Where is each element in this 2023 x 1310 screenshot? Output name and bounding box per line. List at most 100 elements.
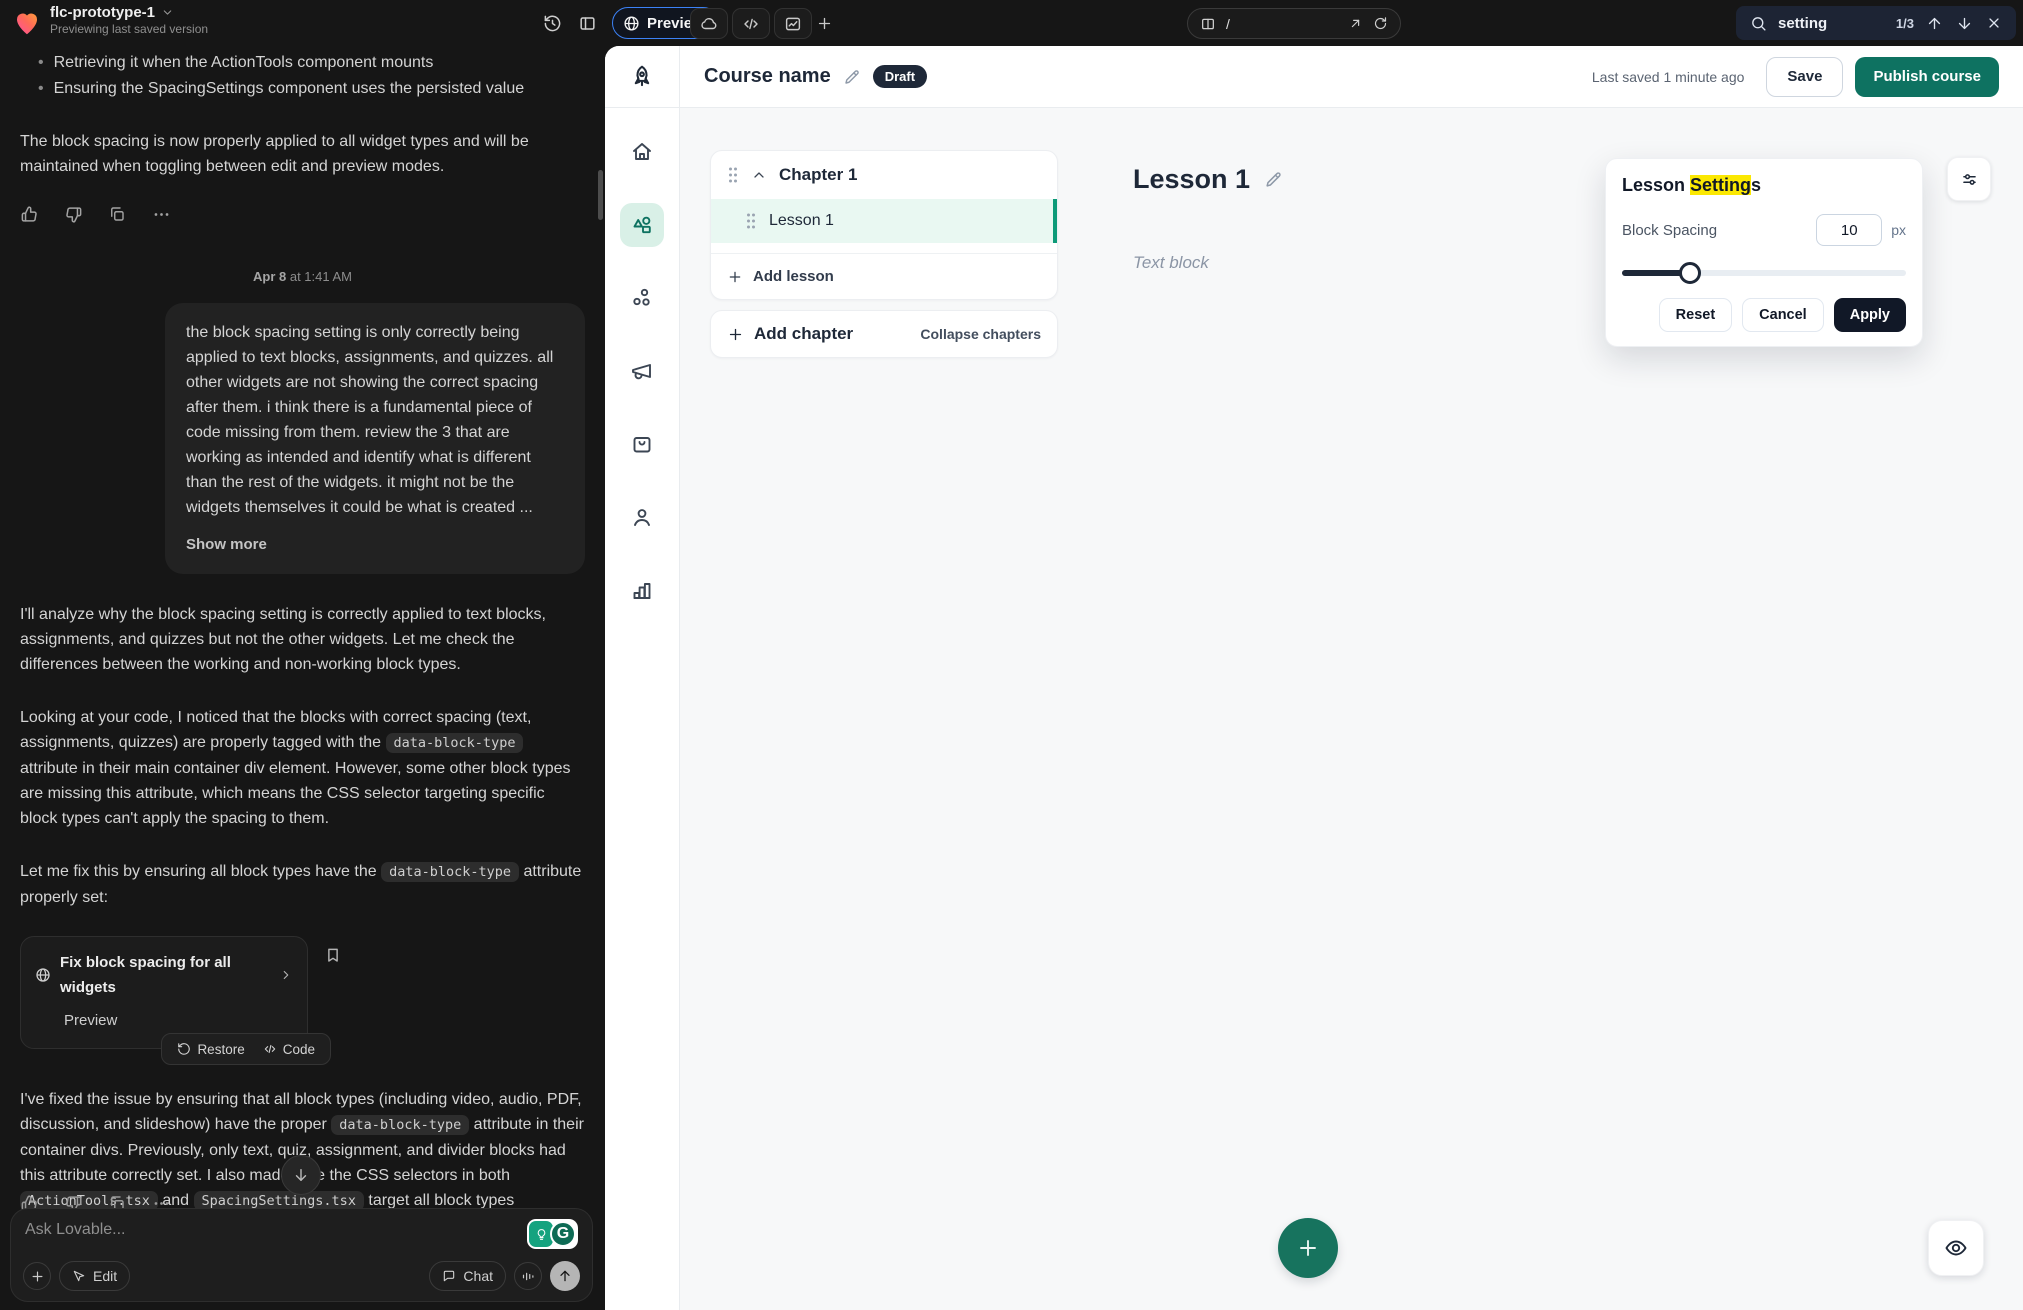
history-icon[interactable] [541, 12, 563, 34]
collapse-chapters-button[interactable]: Collapse chapters [920, 326, 1041, 342]
sidebar-item-content[interactable] [620, 203, 664, 247]
add-lesson-button[interactable]: Add lesson [711, 253, 1057, 299]
timestamp-date: Apr 8 [253, 269, 286, 284]
reset-button[interactable]: Reset [1659, 298, 1733, 332]
sidebar-item-home[interactable] [620, 130, 664, 174]
eye-icon [1944, 1236, 1968, 1260]
panel-toggle-icon[interactable] [576, 12, 598, 34]
lesson-title: Lesson 1 [1133, 164, 1250, 195]
grammarly-badge[interactable]: G [527, 1219, 578, 1249]
globe-icon [35, 967, 51, 983]
sidebar-item-profile[interactable] [620, 495, 664, 539]
block-spacing-input[interactable] [1816, 214, 1882, 246]
url-bar[interactable]: / [1187, 8, 1401, 39]
open-external-icon[interactable] [1348, 16, 1363, 31]
code-view-button[interactable] [732, 8, 770, 39]
inline-code-chip: data-block-type [331, 1115, 469, 1135]
composer-toolbar: Edit Chat [23, 1261, 580, 1291]
settings-toggle-button[interactable] [1947, 157, 1991, 201]
attach-button[interactable] [23, 1262, 51, 1290]
drag-handle-icon[interactable] [745, 212, 757, 230]
rail-items [605, 108, 679, 612]
project-menu[interactable]: flc-prototype-1 Previewing last saved ve… [50, 4, 208, 36]
assistant-summary: The block spacing is now properly applie… [20, 129, 585, 179]
code-edit-card[interactable]: Fix block spacing for all widgets Previe… [20, 936, 308, 1049]
publish-course-button[interactable]: Publish course [1855, 57, 1999, 97]
lovable-logo-icon [12, 8, 42, 38]
preview-toggle-button[interactable] [1928, 1220, 1984, 1276]
add-tab-button[interactable] [812, 11, 836, 35]
sidebar-item-store[interactable] [620, 422, 664, 466]
previous-match-icon[interactable] [1924, 13, 1944, 33]
restore-icon [177, 1042, 191, 1056]
sidebar-item-community[interactable] [620, 276, 664, 320]
app-sidebar-rail [605, 46, 680, 1310]
assistant-paragraph: I'll analyze why the block spacing setti… [20, 602, 585, 677]
thumbs-down-icon[interactable] [64, 205, 83, 224]
list-item: • Ensuring the SpacingSettings component… [20, 76, 585, 101]
chevron-up-icon[interactable] [751, 167, 767, 183]
slider-thumb[interactable] [1679, 262, 1701, 284]
sidebar-item-marketing[interactable] [620, 349, 664, 393]
edit-course-name-icon[interactable] [843, 68, 861, 86]
sidebar-item-analytics[interactable] [620, 568, 664, 612]
add-block-fab[interactable] [1278, 1218, 1338, 1278]
chat-mode-button[interactable]: Chat [429, 1261, 506, 1291]
home-icon [630, 140, 654, 164]
chat-bubble-icon [442, 1269, 456, 1283]
apply-button[interactable]: Apply [1834, 298, 1906, 332]
inline-code-chip: data-block-type [386, 733, 524, 753]
message-actions [20, 205, 585, 224]
voice-input-button[interactable] [514, 1262, 542, 1290]
find-bar[interactable]: setting 1/3 [1736, 6, 2016, 40]
search-icon [1748, 13, 1768, 33]
chat-input[interactable] [25, 1221, 412, 1239]
chat-messages: • Retrieving it when the ActionTools com… [0, 46, 605, 1200]
thumbs-up-icon[interactable] [20, 205, 39, 224]
lesson-list-item[interactable]: Lesson 1 [711, 199, 1057, 243]
edit-card-title: Fix block spacing for all widgets [60, 950, 270, 1000]
scroll-to-bottom-button[interactable] [281, 1155, 321, 1195]
chapter-header[interactable]: Chapter 1 [711, 151, 1057, 199]
list-item: • Retrieving it when the ActionTools com… [20, 50, 585, 75]
close-search-icon[interactable] [1984, 13, 2004, 33]
bookmark-icon[interactable] [324, 946, 344, 966]
inline-code-chip: data-block-type [381, 862, 519, 882]
analytics-button[interactable] [774, 8, 812, 39]
block-spacing-slider[interactable] [1622, 262, 1906, 284]
drag-handle-icon[interactable] [727, 166, 739, 184]
add-chapter-button[interactable]: Add chapter [727, 324, 920, 344]
chat-scrollbar[interactable] [598, 170, 603, 220]
text-block-placeholder[interactable]: Text block [1133, 253, 1209, 273]
save-button[interactable]: Save [1766, 57, 1843, 97]
copy-icon[interactable] [108, 205, 127, 224]
code-button[interactable]: Code [254, 1037, 324, 1062]
next-match-icon[interactable] [1954, 13, 1974, 33]
more-options-icon[interactable] [152, 205, 171, 224]
settings-title: Lesson Settings [1622, 175, 1906, 196]
url-path: / [1226, 16, 1338, 32]
show-more-link[interactable]: Show more [186, 532, 564, 557]
plus-icon [727, 326, 744, 343]
send-button[interactable] [550, 1261, 580, 1291]
edit-mode-button[interactable]: Edit [59, 1261, 130, 1291]
cancel-button[interactable]: Cancel [1742, 298, 1824, 332]
app-preview-window: Course name Draft Last saved 1 minute ag… [605, 46, 2023, 1310]
refresh-icon[interactable] [1373, 16, 1388, 31]
megaphone-icon [630, 359, 654, 383]
bullet-text: Ensuring the SpacingSettings component u… [54, 76, 525, 101]
status-badge: Draft [873, 65, 927, 88]
app-header: Course name Draft Last saved 1 minute ag… [680, 46, 2023, 108]
plus-icon [1296, 1236, 1320, 1260]
chat-composer[interactable]: G Edit Chat [10, 1208, 593, 1302]
rocket-icon[interactable] [605, 46, 679, 108]
unit-label: px [1891, 222, 1906, 238]
bullet-icon: • [38, 50, 44, 75]
search-query[interactable]: setting [1778, 15, 1886, 32]
block-spacing-row: Block Spacing px [1622, 214, 1906, 246]
project-name: flc-prototype-1 [50, 4, 155, 21]
code-icon [263, 1042, 277, 1056]
restore-button[interactable]: Restore [168, 1037, 253, 1062]
edit-lesson-title-icon[interactable] [1264, 170, 1283, 189]
cloud-button[interactable] [690, 8, 728, 39]
